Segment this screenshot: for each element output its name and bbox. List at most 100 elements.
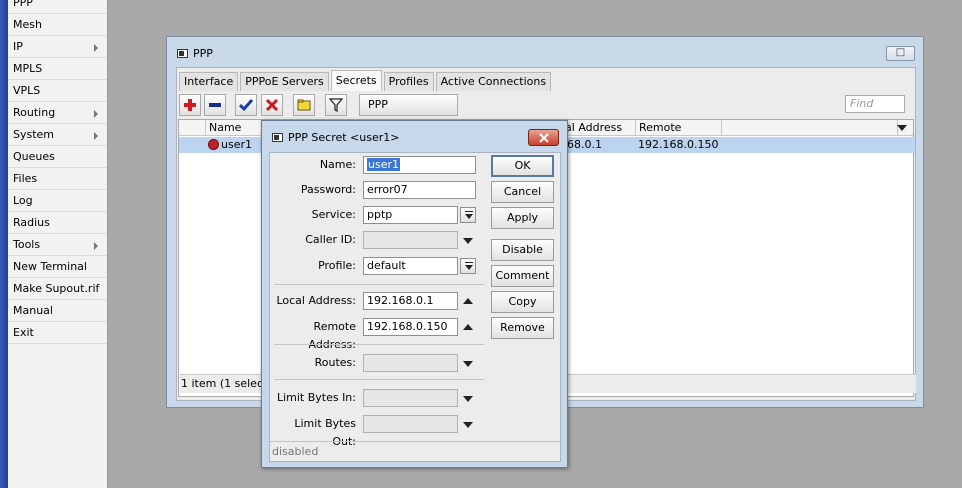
plus-icon — [184, 99, 196, 111]
cell-name: user1 — [205, 137, 265, 153]
menu-item-vpls[interactable]: VPLS — [8, 80, 107, 102]
limit-bytes-in-label: Limit Bytes In: — [276, 391, 356, 404]
disable-button[interactable]: Disable — [491, 239, 554, 261]
add-button[interactable] — [179, 94, 201, 116]
submenu-arrow-icon — [94, 44, 98, 52]
menu-item-ip[interactable]: IP — [8, 36, 107, 58]
ppp-secret-dialog: PPP Secret <user1> Name: user1 Password:… — [261, 120, 568, 468]
cell-remote-address: 192.168.0.150 — [638, 138, 719, 151]
cell-local-address: 168.0.1 — [560, 138, 602, 151]
window-icon — [177, 49, 188, 58]
minus-icon — [209, 103, 221, 107]
divider — [274, 379, 484, 380]
find-input[interactable]: Find — [845, 95, 905, 113]
menu-item-system[interactable]: System — [8, 124, 107, 146]
password-label: Password: — [300, 183, 356, 196]
left-brand-bar — [0, 0, 8, 488]
disable-button[interactable] — [261, 94, 283, 116]
x-icon — [265, 98, 279, 112]
column-header-remote-address[interactable]: Remote Address — [635, 120, 721, 149]
local-address-field[interactable]: 192.168.0.1 — [363, 292, 458, 310]
filter-icon — [328, 98, 344, 112]
dialog-content: Name: user1 Password: error07 Service: p… — [269, 152, 561, 462]
service-label: Service: — [311, 208, 356, 221]
routes-label: Routes: — [314, 356, 356, 369]
profile-label: Profile: — [318, 259, 356, 272]
remove-button[interactable] — [204, 94, 226, 116]
column-header-empty — [721, 120, 897, 136]
enable-button[interactable] — [235, 94, 257, 116]
menu-item-mesh[interactable]: Mesh — [8, 14, 107, 36]
menu-item-make-supout[interactable]: Make Supout.rif — [8, 278, 107, 300]
menu-item-routing[interactable]: Routing — [8, 102, 107, 124]
limit-bytes-in-expand-icon[interactable] — [463, 396, 473, 402]
local-address-collapse-icon[interactable] — [463, 298, 473, 304]
ppp-window-title: PPP — [177, 47, 213, 60]
service-dropdown-button[interactable] — [460, 207, 476, 223]
ok-button[interactable]: OK — [491, 155, 554, 177]
limit-bytes-in-field[interactable] — [363, 389, 458, 407]
caller-id-label: Caller ID: — [305, 233, 356, 246]
tab-bar: Interface PPPoE Servers Secrets Profiles… — [179, 70, 553, 91]
maximize-button[interactable]: □ — [886, 46, 915, 61]
menu-item-mpls[interactable]: MPLS — [8, 58, 107, 80]
apply-button[interactable]: Apply — [491, 207, 554, 229]
tab-profiles[interactable]: Profiles — [383, 72, 434, 91]
note-icon — [297, 99, 311, 111]
dialog-title: PPP Secret <user1> — [272, 131, 399, 144]
limit-bytes-out-label: Limit Bytes Out: — [294, 417, 356, 448]
routes-field[interactable] — [363, 354, 458, 372]
limit-bytes-out-field[interactable] — [363, 415, 458, 433]
tab-interface[interactable]: Interface — [179, 72, 239, 91]
limit-bytes-out-expand-icon[interactable] — [463, 422, 473, 428]
column-header-flags[interactable] — [179, 120, 205, 136]
menu-item-files[interactable]: Files — [8, 168, 107, 190]
comment-button[interactable] — [293, 94, 315, 116]
menu-item-radius[interactable]: Radius — [8, 212, 107, 234]
tab-pppoe-servers[interactable]: PPPoE Servers — [240, 72, 329, 91]
remove-button[interactable]: Remove — [491, 317, 554, 339]
cancel-button[interactable]: Cancel — [491, 181, 554, 203]
column-header-name[interactable]: Name — [205, 120, 265, 136]
menu-item-new-terminal[interactable]: New Terminal — [8, 256, 107, 278]
close-icon — [538, 133, 549, 143]
copy-button[interactable]: Copy — [491, 291, 554, 313]
remote-address-collapse-icon[interactable] — [463, 324, 473, 330]
close-button[interactable] — [528, 129, 559, 146]
chevron-down-icon — [897, 125, 907, 131]
remote-address-label: Remote Address: — [308, 320, 356, 351]
ppp-auth-accounting-button[interactable]: PPP Authentication & Accounting — [359, 94, 458, 151]
tab-active-connections[interactable]: Active Connections — [435, 72, 552, 91]
menu-item-manual[interactable]: Manual — [8, 300, 107, 322]
window-icon — [272, 133, 283, 142]
name-field[interactable]: user1 — [363, 156, 476, 174]
menu-item-tools[interactable]: Tools — [8, 234, 107, 256]
menu-item-queues[interactable]: Queues — [8, 146, 107, 168]
menu-item-exit[interactable]: Exit — [8, 322, 107, 344]
service-select[interactable]: pptp — [363, 206, 458, 224]
remote-address-field[interactable]: 192.168.0.150 — [363, 318, 458, 336]
profile-select[interactable]: default — [363, 257, 458, 275]
caller-id-field[interactable] — [363, 231, 458, 249]
comment-button[interactable]: Comment — [491, 265, 554, 287]
profile-dropdown-button[interactable] — [460, 258, 476, 274]
divider — [274, 344, 484, 345]
filter-button[interactable] — [325, 94, 347, 116]
caller-id-expand-icon[interactable] — [463, 238, 473, 244]
tab-secrets[interactable]: Secrets — [330, 70, 382, 91]
menu-item-log[interactable]: Log — [8, 190, 107, 212]
routes-expand-icon[interactable] — [463, 361, 473, 367]
column-chooser[interactable] — [897, 120, 913, 136]
local-address-label: Local Address: — [276, 294, 356, 307]
checkmark-icon — [238, 99, 254, 112]
name-label: Name: — [319, 158, 356, 171]
user-icon — [208, 139, 219, 150]
main-menu: PPP Mesh IP MPLS VPLS Routing System Que… — [8, 0, 108, 488]
menu-item-ppp[interactable]: PPP — [8, 0, 107, 14]
submenu-arrow-icon — [94, 110, 98, 118]
divider — [274, 284, 484, 285]
dialog-status: disabled — [270, 441, 560, 461]
submenu-arrow-icon — [94, 132, 98, 140]
submenu-arrow-icon — [94, 242, 98, 250]
password-field[interactable]: error07 — [363, 181, 476, 199]
